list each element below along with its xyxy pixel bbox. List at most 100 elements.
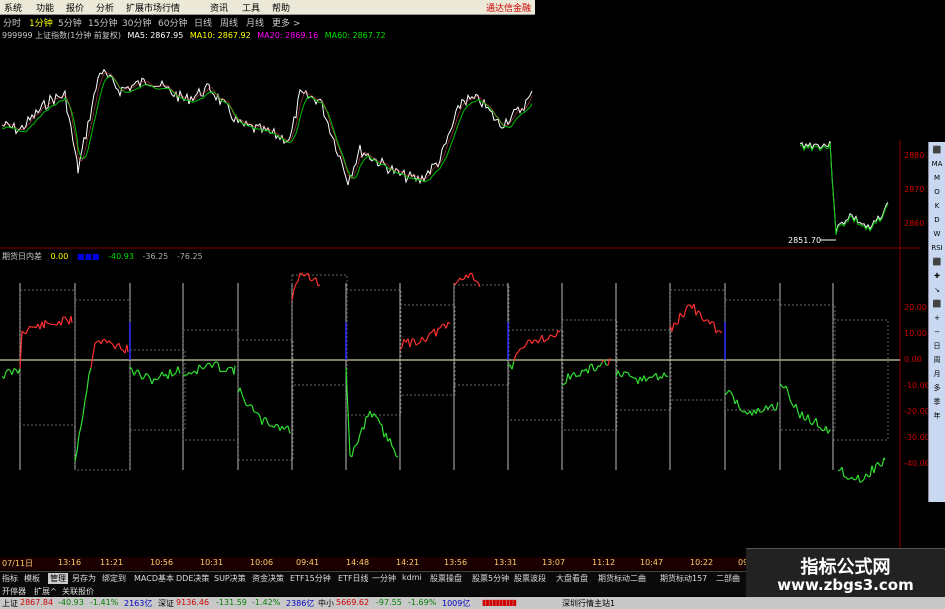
indicator-stroke: [629, 375, 633, 378]
sub-tick-label: -20.00: [904, 407, 930, 416]
toolbar-button[interactable]: +: [930, 312, 944, 325]
menu-item-help[interactable]: 帮助: [272, 1, 290, 14]
indicator-stroke: [730, 391, 734, 397]
indicator-tab[interactable]: 模板: [24, 573, 40, 584]
toolbar-button[interactable]: ✚: [930, 270, 944, 283]
indicator-tab[interactable]: MACD基本: [134, 573, 174, 584]
indicator-stroke: [775, 402, 779, 411]
indicator-stroke: [781, 386, 785, 389]
period-tab-5min[interactable]: 5分钟: [58, 16, 82, 29]
menu-item-quote[interactable]: 报价: [66, 1, 84, 14]
indicator-stroke: [110, 342, 114, 346]
menu-item-system[interactable]: 系统: [4, 1, 22, 14]
indicator-tab[interactable]: 股票波段: [514, 573, 546, 584]
period-tab-15min[interactable]: 15分钟: [88, 16, 117, 29]
indicator-stroke: [761, 409, 765, 413]
chart-area[interactable]: 2880 2870 2860 2851.70 20.00 10.00 0.00 -10.00 -…: [0, 0, 945, 609]
indicator-tab[interactable]: 二部曲: [716, 573, 740, 584]
menu-item-extended-market[interactable]: 扩展市场行情: [126, 1, 180, 14]
indicator-stroke: [239, 387, 243, 395]
zx-value: 5669.62: [336, 598, 370, 607]
toolbar-button[interactable]: O: [930, 186, 944, 199]
indicator-stroke: [151, 378, 155, 385]
indicator-stroke: [253, 411, 257, 414]
toolbar-button[interactable]: −: [930, 326, 944, 339]
indicator-stroke: [114, 344, 118, 350]
tab-extend[interactable]: 扩展^: [34, 586, 57, 597]
range-box: [291, 274, 348, 386]
indicator-stroke: [145, 372, 149, 376]
indicator-tab[interactable]: DDE决策: [176, 573, 209, 584]
server-label[interactable]: 深圳行情主站1: [562, 598, 615, 609]
toolbar-button[interactable]: 月: [930, 368, 944, 381]
price-series-right: [799, 140, 889, 234]
indicator-tab[interactable]: ETF日线: [338, 573, 369, 584]
indicator-tab[interactable]: 另存为: [72, 573, 96, 584]
period-tab-30min[interactable]: 30分钟: [122, 16, 151, 29]
toolbar-button[interactable]: MA: [930, 158, 944, 171]
indicator-stroke: [84, 389, 88, 402]
time-label: 11:12: [592, 558, 616, 567]
toolbar-button[interactable]: 多: [930, 382, 944, 395]
toolbar-button[interactable]: D: [930, 214, 944, 227]
indicator-stroke: [435, 328, 439, 337]
toolbar-button[interactable]: ↘: [930, 284, 944, 297]
toolbar-button[interactable]: ⬛: [930, 144, 944, 157]
time-label: 13:07: [542, 558, 566, 567]
period-tab-60min[interactable]: 60分钟: [158, 16, 187, 29]
toolbar-button[interactable]: K: [930, 200, 944, 213]
indicator-stroke: [591, 363, 595, 371]
period-tab-more[interactable]: 更多 >: [272, 16, 300, 29]
indicator-tab[interactable]: 绑定到: [102, 573, 126, 584]
toolbar-button[interactable]: 年: [930, 410, 944, 423]
indicator-tab[interactable]: kdmi: [402, 573, 422, 582]
indicator-tab[interactable]: ETF15分钟: [290, 573, 331, 584]
toolbar-button[interactable]: RSI: [930, 242, 944, 255]
indicator-stroke: [707, 319, 711, 325]
indicator-tab[interactable]: 期货标动二曲: [598, 573, 646, 584]
toolbar-button[interactable]: M: [930, 172, 944, 185]
indicator-tab[interactable]: 期货标动157: [660, 573, 707, 584]
indicator-stroke: [525, 340, 529, 345]
period-tab-weekly[interactable]: 周线: [220, 16, 238, 29]
indicator-tab[interactable]: 一分钟: [372, 573, 396, 584]
period-tab-1min[interactable]: 1分钟: [29, 16, 53, 29]
menu-item-analysis[interactable]: 分析: [96, 1, 114, 14]
indicator-tab[interactable]: 指标: [2, 573, 18, 584]
indicator-tab[interactable]: 资金决策: [252, 573, 284, 584]
indicator-stroke: [785, 385, 789, 392]
indicator-stroke: [88, 367, 92, 375]
indicator-tab[interactable]: 管理: [48, 573, 68, 584]
indicator-stroke: [275, 423, 279, 426]
toolbar-button[interactable]: 季: [930, 396, 944, 409]
indicator-stroke: [233, 365, 236, 375]
indicator-stroke: [347, 411, 351, 456]
toolbar-button[interactable]: 日: [930, 340, 944, 353]
indicator-stroke: [64, 316, 68, 321]
indicator-tab[interactable]: SUP决策: [214, 573, 246, 584]
indicator-stroke: [393, 449, 397, 457]
price-annotation: 2851.70: [788, 236, 821, 245]
period-tab-daily[interactable]: 日线: [194, 16, 212, 29]
indicator-stroke: [795, 403, 799, 413]
tab-open-stop[interactable]: 开停器: [2, 586, 26, 597]
indicator-stroke: [819, 427, 823, 431]
indicator-tab[interactable]: 大盘看盘: [556, 573, 588, 584]
toolbar-button[interactable]: 周: [930, 354, 944, 367]
period-tab-timeshare[interactable]: 分时: [3, 16, 21, 29]
indicator-tab[interactable]: 股票5分钟: [472, 573, 509, 584]
menu-item-function[interactable]: 功能: [36, 1, 54, 14]
indicator-stroke: [877, 461, 881, 467]
indicator-tab[interactable]: 股票操盘: [430, 573, 462, 584]
period-tab-monthly[interactable]: 月线: [246, 16, 264, 29]
menu-item-info[interactable]: 资讯: [210, 1, 228, 14]
sub-tick-label: 20.00: [904, 303, 927, 312]
toolbar-button[interactable]: W: [930, 228, 944, 241]
tab-linked-quote[interactable]: 关联报价: [62, 586, 94, 597]
menu-item-tools[interactable]: 工具: [242, 1, 260, 14]
indicator-stroke: [425, 336, 429, 342]
indicator-stroke: [787, 391, 791, 401]
toolbar-button[interactable]: ⬛: [930, 256, 944, 269]
indicator-stroke: [523, 344, 527, 349]
toolbar-button[interactable]: ⬛: [930, 298, 944, 311]
